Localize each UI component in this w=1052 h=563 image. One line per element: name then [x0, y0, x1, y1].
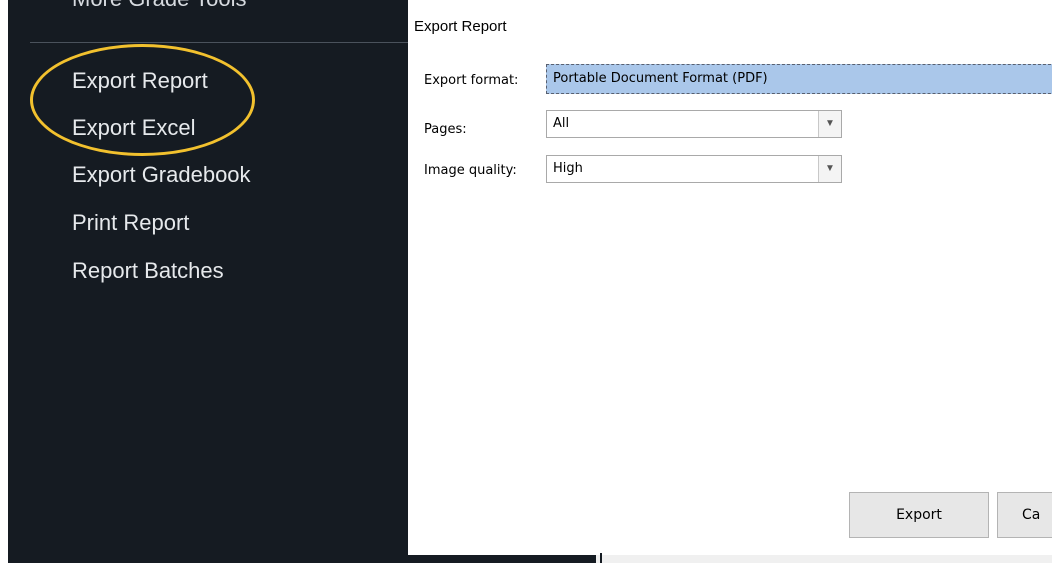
- sidebar-item-print-report[interactable]: Print Report: [72, 210, 189, 236]
- pages-select-value: All: [553, 116, 570, 131]
- sidebar-item-more-grade-tools[interactable]: More Grade Tools: [72, 0, 246, 12]
- sidebar-item-export-report[interactable]: Export Report: [72, 68, 208, 94]
- pages-label: Pages:: [424, 122, 467, 137]
- cancel-button[interactable]: Ca: [997, 492, 1052, 538]
- image-quality-select-value: High: [553, 161, 583, 176]
- image-quality-select[interactable]: High ▼: [546, 155, 842, 183]
- dialog-title: Export Report: [414, 18, 507, 35]
- sidebar-item-report-batches[interactable]: Report Batches: [72, 258, 224, 284]
- export-format-field[interactable]: Portable Document Format (PDF): [546, 64, 1052, 94]
- bottom-mark: [600, 553, 602, 563]
- image-quality-label: Image quality:: [424, 163, 517, 178]
- chevron-down-icon[interactable]: ▼: [818, 111, 841, 137]
- export-format-label: Export format:: [424, 73, 519, 88]
- sidebar-item-export-gradebook[interactable]: Export Gradebook: [72, 162, 251, 188]
- bottom-strip: [596, 555, 1052, 563]
- export-dialog: Export Report Export format: Portable Do…: [408, 0, 1052, 555]
- pages-select[interactable]: All ▼: [546, 110, 842, 138]
- export-button[interactable]: Export: [849, 492, 989, 538]
- sidebar-item-export-excel[interactable]: Export Excel: [72, 115, 196, 141]
- chevron-down-icon[interactable]: ▼: [818, 156, 841, 182]
